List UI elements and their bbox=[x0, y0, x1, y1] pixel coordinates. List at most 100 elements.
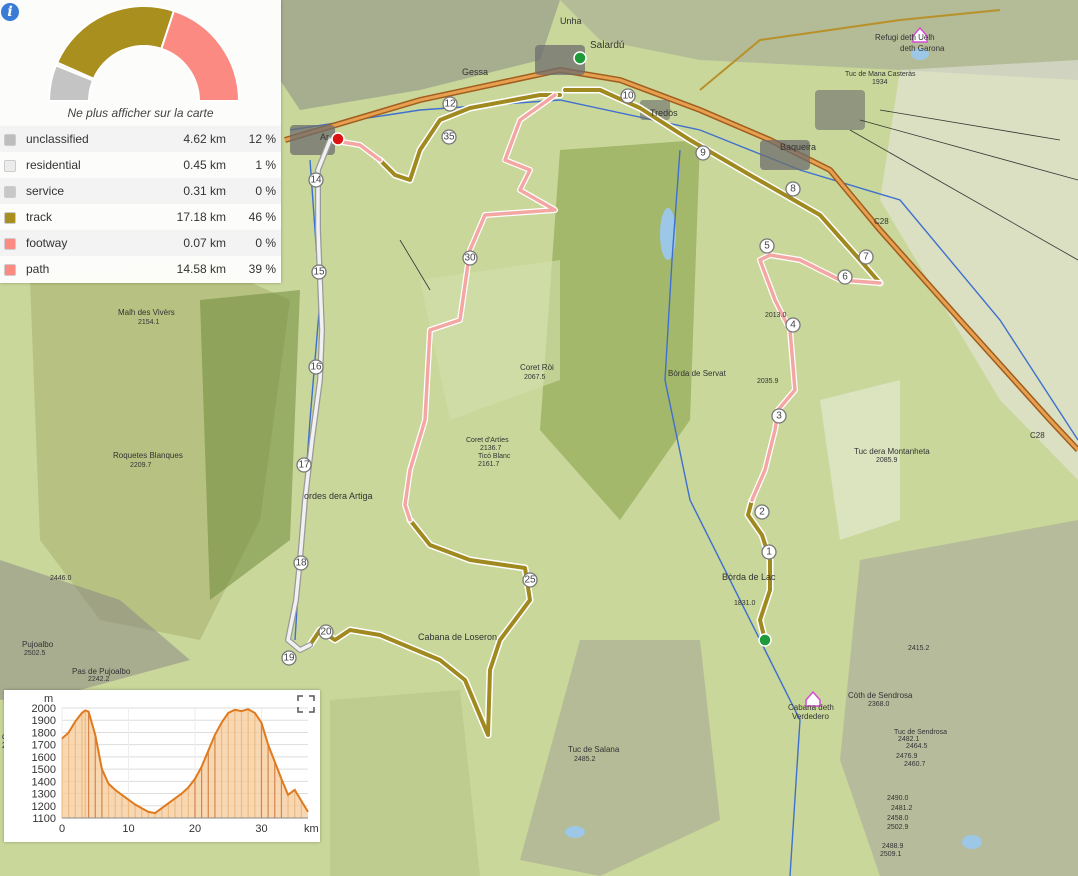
km-marker-4: 4 bbox=[785, 317, 801, 333]
elevation-profile-panel[interactable]: 2000 1900 1800 1700 1600 1500 1400 1300 1200 1100… bbox=[4, 690, 320, 842]
km-marker-1: 1 bbox=[761, 544, 777, 560]
way-type-row-track[interactable]: track 17.18 km 46 % bbox=[0, 204, 281, 230]
place-label-pas-pujoalbo: Pas de Pujoalbo bbox=[72, 667, 131, 676]
km-marker-8: 8 bbox=[785, 181, 801, 197]
x-tick-label: 20 bbox=[189, 823, 201, 835]
place-label-alt-2464: 2464.5 bbox=[906, 743, 928, 750]
fullscreen-icon[interactable] bbox=[297, 695, 315, 713]
place-label-tuc-salana-alt: 2485.2 bbox=[574, 756, 596, 763]
km-marker-2: 2 bbox=[754, 504, 770, 520]
elevation-chart[interactable]: 2000190018001700160015001400130012001100… bbox=[4, 690, 320, 842]
place-label-cabana-verdedero: Cabana deth bbox=[788, 703, 834, 712]
km-marker-15: 15 bbox=[311, 264, 327, 280]
place-label-tredos: Tredòs bbox=[650, 108, 678, 118]
waypoint-marker[interactable] bbox=[573, 51, 587, 65]
svg-text:3: 3 bbox=[776, 411, 782, 422]
way-type-stats-panel: i Ne plus afficher sur la carte unclassi… bbox=[0, 0, 281, 283]
place-label-alt-2035: 2035.9 bbox=[757, 378, 779, 385]
way-type-distance: 17.18 km bbox=[176, 210, 226, 224]
place-label-alt-2482: 2482.1 bbox=[898, 736, 920, 743]
svg-text:7: 7 bbox=[863, 252, 869, 263]
way-type-row-service[interactable]: service 0.31 km 0 % bbox=[0, 178, 281, 204]
km-marker-20: 20 bbox=[318, 624, 334, 640]
y-tick-label: 1800 bbox=[32, 727, 56, 739]
y-tick-label: 1300 bbox=[32, 789, 56, 801]
way-type-swatch bbox=[0, 256, 25, 282]
svg-text:25: 25 bbox=[524, 575, 536, 586]
way-type-percent: 39 % bbox=[248, 262, 276, 276]
place-label-road-c28a: C28 bbox=[874, 217, 889, 226]
svg-text:12: 12 bbox=[444, 99, 456, 110]
place-label-baqueira: Baqueira bbox=[780, 142, 816, 152]
place-label-cabana-verdedero2: Verdedero bbox=[792, 712, 829, 721]
route-end-marker[interactable] bbox=[331, 132, 345, 146]
place-label-malh-alt: 2154.1 bbox=[138, 319, 160, 326]
km-marker-25: 25 bbox=[522, 572, 538, 588]
place-label-unha: Unha bbox=[560, 16, 582, 26]
place-label-road-c28b: C28 bbox=[1030, 431, 1045, 440]
place-label-tuc-salana: Tuc de Salana bbox=[568, 745, 620, 754]
way-type-swatch bbox=[0, 230, 25, 256]
svg-text:5: 5 bbox=[764, 241, 770, 252]
place-label-pas-pujoalbo-alt: 2242.2 bbox=[88, 676, 110, 683]
place-label-alt-2490: 2490.0 bbox=[887, 795, 909, 802]
place-label-tuc-montanheta-alt: 2085.9 bbox=[876, 457, 898, 464]
km-marker-3: 3 bbox=[771, 408, 787, 424]
place-label-alt-2446: 2446.0 bbox=[50, 575, 72, 582]
place-label-coret-arties-alt: 2136.7 bbox=[480, 445, 502, 452]
way-type-percent: 12 % bbox=[248, 132, 276, 146]
way-type-row-residential[interactable]: residential 0.45 km 1 % bbox=[0, 152, 281, 178]
place-label-alt-2488: 2488.9 bbox=[882, 843, 904, 850]
way-type-table: unclassified 4.62 km 12 % residential 0.45 k… bbox=[0, 126, 281, 282]
way-type-swatch bbox=[0, 126, 25, 152]
hide-on-map-link[interactable]: Ne plus afficher sur la carte bbox=[0, 106, 281, 120]
svg-text:18: 18 bbox=[295, 558, 307, 569]
route-start-marker[interactable] bbox=[758, 633, 772, 647]
place-label-refugi2: deth Garona bbox=[900, 44, 945, 53]
way-type-row-unclassified[interactable]: unclassified 4.62 km 12 % bbox=[0, 126, 281, 152]
y-tick-label: 1500 bbox=[32, 764, 56, 776]
way-type-distance: 0.45 km bbox=[183, 158, 226, 172]
way-type-name: unclassified bbox=[26, 132, 89, 146]
place-label-malh: Malh des Vivèrs bbox=[118, 308, 175, 317]
svg-text:19: 19 bbox=[283, 653, 295, 664]
km-marker-12: 12 bbox=[442, 96, 458, 112]
place-label-pujoalbo: Pujoalbo bbox=[22, 640, 54, 649]
km-marker-6: 6 bbox=[837, 269, 853, 285]
place-label-tico-blanc: Ticó Blanc bbox=[478, 453, 511, 460]
km-marker-17: 17 bbox=[296, 457, 312, 473]
km-marker-9: 9 bbox=[695, 145, 711, 161]
km-marker-16: 16 bbox=[308, 359, 324, 375]
svg-text:9: 9 bbox=[700, 148, 706, 159]
svg-text:10: 10 bbox=[622, 91, 634, 102]
y-tick-label: 1100 bbox=[32, 813, 56, 825]
place-label-roquetes: Roquetes Blanques bbox=[113, 451, 183, 460]
svg-text:2: 2 bbox=[759, 507, 765, 518]
y-axis-unit: m bbox=[44, 693, 53, 705]
info-icon[interactable]: i bbox=[1, 3, 19, 21]
gauge-segment-path bbox=[160, 9, 241, 102]
lake bbox=[565, 826, 585, 838]
place-label-borda-servat: Bòrda de Servat bbox=[668, 369, 727, 378]
svg-text:17: 17 bbox=[298, 460, 310, 471]
y-tick-label: 1900 bbox=[32, 715, 56, 727]
way-type-swatch bbox=[0, 204, 25, 230]
svg-text:20: 20 bbox=[320, 627, 332, 638]
place-label-pujoalbo-alt: 2502.5 bbox=[24, 650, 46, 657]
km-marker-19: 19 bbox=[281, 650, 297, 666]
place-label-alt-2502: 2502.9 bbox=[887, 824, 909, 831]
place-label-alt-2460: 2460.7 bbox=[904, 761, 926, 768]
y-tick-label: 1700 bbox=[32, 740, 56, 752]
way-type-name: service bbox=[26, 184, 65, 198]
place-label-coret-arties: Coret d'Artíes bbox=[466, 437, 509, 444]
svg-text:8: 8 bbox=[790, 184, 796, 195]
y-tick-label: 1400 bbox=[32, 776, 56, 788]
x-tick-label: 30 bbox=[255, 823, 267, 835]
place-label-bordes-artiga: ordes dera Artiga bbox=[304, 491, 373, 501]
place-label-alt-2458: 2458.0 bbox=[887, 815, 909, 822]
svg-text:35: 35 bbox=[443, 132, 455, 143]
km-marker-10: 10 bbox=[620, 88, 636, 104]
km-marker-35: 35 bbox=[441, 129, 457, 145]
way-type-row-path[interactable]: path 14.58 km 39 % bbox=[0, 256, 281, 282]
way-type-row-footway[interactable]: footway 0.07 km 0 % bbox=[0, 230, 281, 256]
